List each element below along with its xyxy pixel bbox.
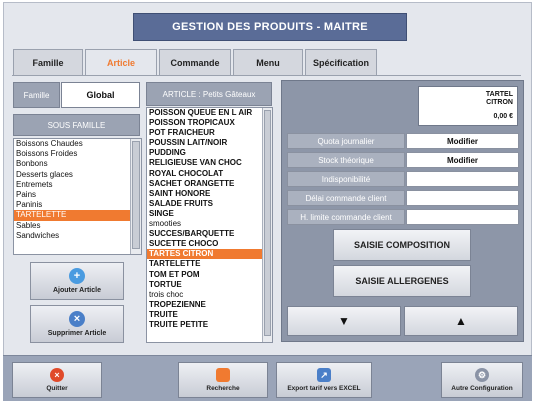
scroll-thumb[interactable]	[264, 110, 271, 336]
field-label-delai: Délai commande client	[287, 190, 405, 206]
list-item[interactable]: SALADE FRUITS	[147, 199, 272, 209]
field-value-indisponibilite[interactable]	[406, 171, 519, 187]
list-item[interactable]: TARTELETTE	[147, 259, 272, 269]
list-item[interactable]: POISSON TROPICAUX	[147, 118, 272, 128]
tab-famille[interactable]: Famille	[13, 49, 83, 76]
field-value-delai[interactable]	[406, 190, 519, 206]
add-article-button[interactable]: + Ajouter Article	[30, 262, 124, 300]
field-label-quota: Quota journalier	[287, 133, 405, 149]
list-item[interactable]: SACHET ORANGETTE	[147, 179, 272, 189]
quit-icon: ×	[50, 368, 64, 382]
move-down-button[interactable]: ▼	[287, 306, 401, 336]
list-item[interactable]: TRUITE	[147, 310, 272, 320]
list-item[interactable]: Entremets	[14, 180, 141, 190]
field-label-indisponibilite: Indisponibilité	[287, 171, 405, 187]
other-config-button[interactable]: ⚙ Autre Configuration	[441, 362, 523, 398]
list-item[interactable]: SINGE	[147, 209, 272, 219]
list-item[interactable]: RELIGIEUSE VAN CHOC	[147, 158, 272, 168]
tab-specification[interactable]: Spécification	[305, 49, 377, 76]
price-tag-price: 0,00 €	[493, 113, 513, 120]
tab-commande[interactable]: Commande	[159, 49, 231, 76]
tab-divider	[12, 75, 521, 76]
quit-button[interactable]: × Quitter	[12, 362, 102, 398]
list-item[interactable]: trois choc	[147, 290, 272, 300]
list-item[interactable]: POISSON QUEUE EN L AIR	[147, 108, 272, 118]
article-list[interactable]: POISSON QUEUE EN L AIR POISSON TROPICAUX…	[146, 107, 273, 343]
arrow-up-icon: ▲	[455, 314, 467, 328]
field-label-heure-limite: H. limite commande client	[287, 209, 405, 225]
list-item[interactable]: POUSSIN LAIT/NOIR	[147, 138, 272, 148]
saisie-allergenes-button[interactable]: SAISIE ALLERGENES	[333, 265, 471, 297]
price-tag-line2: CITRON	[486, 99, 513, 106]
article-scrollbar[interactable]	[262, 108, 272, 342]
list-item[interactable]: Boissons Chaudes	[14, 139, 141, 149]
saisie-composition-button[interactable]: SAISIE COMPOSITION	[333, 229, 471, 261]
add-article-label: Ajouter Article	[53, 287, 101, 294]
list-item[interactable]: smooties	[147, 219, 272, 229]
subfamily-header: SOUS FAMILLE	[13, 114, 140, 136]
tab-article[interactable]: Article	[85, 49, 157, 76]
plus-icon: +	[69, 268, 85, 284]
export-label: Export tarif vers EXCEL	[287, 385, 361, 392]
gear-icon: ⚙	[475, 368, 489, 382]
delete-article-label: Supprimer Article	[47, 330, 107, 337]
subfamily-list[interactable]: Boissons Chaudes Boissons Froides Bonbon…	[13, 138, 142, 255]
search-button[interactable]: Recherche	[178, 362, 268, 398]
arrow-down-icon: ▼	[338, 314, 350, 328]
list-item[interactable]: TOM ET POM	[147, 270, 272, 280]
field-value-heure-limite[interactable]	[406, 209, 519, 225]
field-label-stock: Stock théorique	[287, 152, 405, 168]
list-item-selected[interactable]: TARTES CITRON	[147, 249, 272, 260]
price-tag: TARTEL CITRON 0,00 €	[418, 86, 518, 126]
global-toggle[interactable]: Global	[61, 82, 140, 108]
list-item[interactable]: Desserts glaces	[14, 170, 141, 180]
search-icon	[216, 368, 230, 382]
move-up-button[interactable]: ▲	[404, 306, 518, 336]
list-item-selected[interactable]: TARTELETTE	[14, 210, 141, 221]
field-value-stock[interactable]: Modifier	[406, 152, 519, 168]
list-item[interactable]: ROYAL CHOCOLAT	[147, 169, 272, 179]
field-value-quota[interactable]: Modifier	[406, 133, 519, 149]
list-item[interactable]: Pains	[14, 190, 141, 200]
list-item[interactable]: SUCETTE CHOCO	[147, 239, 272, 249]
list-item[interactable]: TORTUE	[147, 280, 272, 290]
list-item[interactable]: POT FRAICHEUR	[147, 128, 272, 138]
list-item[interactable]: Paninis	[14, 200, 141, 210]
price-tag-line1: TARTEL	[485, 91, 513, 98]
scroll-thumb[interactable]	[132, 141, 140, 249]
search-label: Recherche	[206, 385, 240, 392]
export-excel-button[interactable]: ↗ Export tarif vers EXCEL	[276, 362, 372, 398]
list-item[interactable]: Sables	[14, 221, 141, 231]
list-item[interactable]: Bonbons	[14, 159, 141, 169]
window-title: GESTION DES PRODUITS - MAITRE	[133, 13, 407, 41]
list-item[interactable]: PUDDING	[147, 148, 272, 158]
subfamily-scrollbar[interactable]	[130, 139, 141, 254]
quit-label: Quitter	[46, 385, 68, 392]
list-item[interactable]: Boissons Froides	[14, 149, 141, 159]
tab-menu[interactable]: Menu	[233, 49, 303, 76]
list-item[interactable]: TROPEZIENNE	[147, 300, 272, 310]
cross-icon: ×	[69, 311, 85, 327]
famille-toggle[interactable]: Famille	[13, 82, 60, 108]
other-config-label: Autre Configuration	[451, 385, 513, 392]
list-item[interactable]: SUCCES/BARQUETTE	[147, 229, 272, 239]
list-item[interactable]: TRUITE PETITE	[147, 320, 272, 330]
export-icon: ↗	[317, 368, 331, 382]
delete-article-button[interactable]: × Supprimer Article	[30, 305, 124, 343]
list-item[interactable]: SAINT HONORE	[147, 189, 272, 199]
article-list-header: ARTICLE : Petits Gâteaux	[146, 82, 272, 106]
list-item[interactable]: Sandwiches	[14, 231, 141, 241]
